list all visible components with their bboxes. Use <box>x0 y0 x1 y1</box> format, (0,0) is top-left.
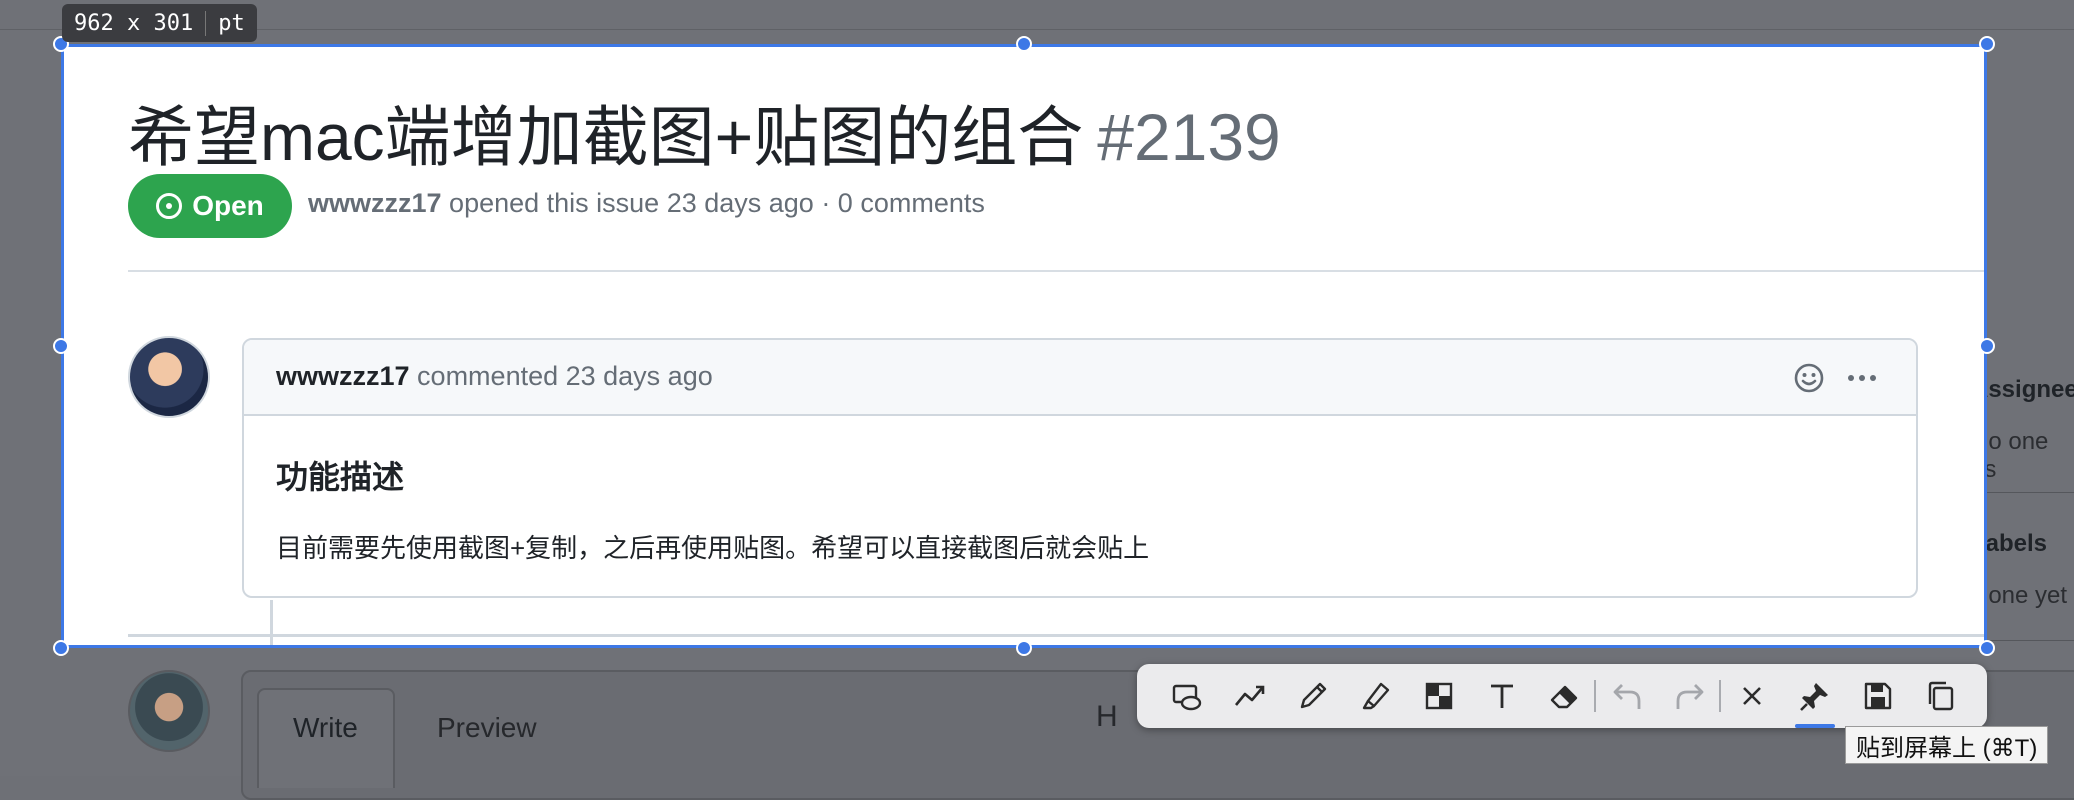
tab-write-label: Write <box>293 712 358 743</box>
pencil-tool-button[interactable] <box>1293 676 1333 716</box>
resize-handle-top[interactable] <box>1016 36 1032 52</box>
resize-handle-bottom-right[interactable] <box>1979 640 1995 656</box>
highlighter-tool-button[interactable] <box>1356 676 1396 716</box>
redo-icon <box>1676 684 1704 709</box>
save-button[interactable] <box>1858 676 1898 716</box>
resize-handle-left[interactable] <box>53 338 69 354</box>
redo-button[interactable] <box>1670 676 1710 716</box>
selection-size-badge: 962 x 301 pt <box>62 4 257 42</box>
selection-unit: pt <box>205 10 257 36</box>
copy-icon <box>1928 681 1954 711</box>
toolbar-separator <box>1594 680 1596 712</box>
pin-to-screen-button[interactable] <box>1795 676 1835 716</box>
eraser-tool-button[interactable] <box>1545 676 1585 716</box>
active-tool-indicator <box>1795 724 1835 728</box>
line-tool-button[interactable] <box>1230 676 1270 716</box>
pencil-icon <box>1300 682 1327 709</box>
shape-icon <box>1172 684 1202 711</box>
copy-button[interactable] <box>1921 676 1961 716</box>
resize-handle-bottom[interactable] <box>1016 640 1032 656</box>
close-icon <box>1743 687 1761 705</box>
mosaic-icon <box>1425 682 1453 710</box>
undo-icon <box>1613 684 1641 709</box>
undo-button[interactable] <box>1607 676 1647 716</box>
resize-handle-bottom-left[interactable] <box>53 640 69 656</box>
heading-tool-button[interactable]: H <box>1096 700 1118 734</box>
resize-handle-right[interactable] <box>1979 338 1995 354</box>
mosaic-tool-button[interactable] <box>1419 676 1459 716</box>
background-header-line <box>0 29 2074 30</box>
highlighter-icon <box>1362 682 1390 710</box>
eraser-icon <box>1550 685 1578 709</box>
text-icon <box>1491 684 1513 708</box>
text-tool-button[interactable] <box>1482 676 1522 716</box>
current-user-avatar <box>128 670 210 752</box>
selection-size: 962 x 301 <box>74 10 194 36</box>
shape-tool-button[interactable] <box>1167 676 1207 716</box>
tab-preview[interactable]: Preview <box>437 712 537 744</box>
resize-handle-top-right[interactable] <box>1979 36 1995 52</box>
polyline-icon <box>1234 685 1265 706</box>
pin-icon <box>1800 683 1828 711</box>
selection-border[interactable] <box>61 44 1987 648</box>
toolbar-separator <box>1719 680 1721 712</box>
annotation-toolbar <box>1137 664 1987 728</box>
cancel-capture-button[interactable] <box>1732 676 1772 716</box>
save-icon <box>1864 682 1892 710</box>
pin-tooltip: 贴到屏幕上 (⌘T) <box>1845 726 2049 764</box>
